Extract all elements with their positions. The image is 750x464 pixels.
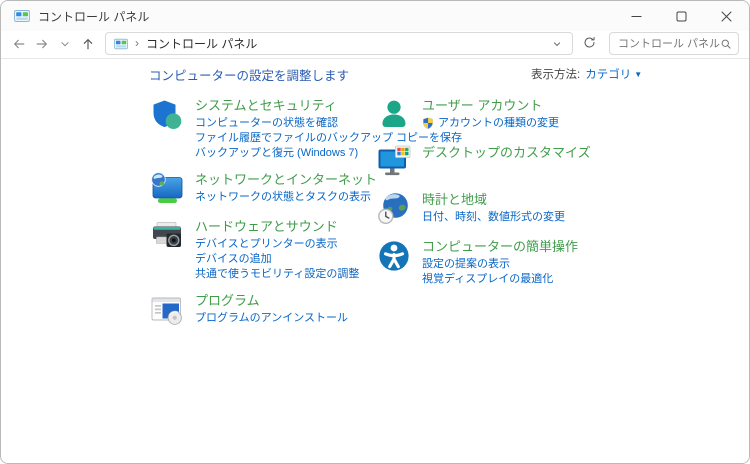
minimize-icon <box>631 11 642 22</box>
category-text-appearance-personalization: デスクトップのカスタマイズ <box>422 144 591 180</box>
chevron-down-icon <box>551 38 563 50</box>
category-link-label: ネットワークの状態とタスクの表示 <box>195 191 371 203</box>
category-link[interactable]: プログラムのアンインストール <box>195 311 348 325</box>
category-text-ease-of-access: コンピューターの簡単操作設定の提案の表示視覚ディスプレイの最適化 <box>422 238 578 286</box>
category-link-label: 共通で使うモビリティ設定の調整 <box>195 268 360 280</box>
network-internet-icon[interactable] <box>149 171 185 207</box>
desktop-customization-icon[interactable] <box>376 144 412 180</box>
window-controls <box>614 1 749 31</box>
view-by: 表示方法: カテゴリ ▼ <box>531 66 642 82</box>
view-by-label: 表示方法: <box>531 69 581 81</box>
category-link-label: 視覚ディスプレイの最適化 <box>422 273 554 285</box>
category-title-user-accounts[interactable]: ユーザー アカウント <box>422 98 559 114</box>
category-link[interactable]: 共通で使うモビリティ設定の調整 <box>195 267 359 281</box>
view-by-dropdown[interactable]: カテゴリ ▼ <box>585 66 642 82</box>
category-user-accounts: ユーザー アカウントアカウントの種類の変更 <box>376 97 666 133</box>
category-text-user-accounts: ユーザー アカウントアカウントの種類の変更 <box>422 97 559 133</box>
search-input[interactable] <box>618 37 720 50</box>
category-clock-region: 時計と地域日付、時刻、数値形式の変更 <box>376 191 666 227</box>
category-title-ease-of-access[interactable]: コンピューターの簡単操作 <box>422 239 578 255</box>
forward-button[interactable] <box>30 32 53 55</box>
category-programs: プログラムプログラムのアンインストール <box>149 292 439 328</box>
programs-icon[interactable] <box>149 292 185 328</box>
maximize-button[interactable] <box>659 1 704 31</box>
category-link[interactable]: アカウントの種類の変更 <box>422 116 559 130</box>
ease-of-access-icon[interactable] <box>376 238 412 274</box>
maximize-icon <box>676 11 687 22</box>
window-title: コントロール パネル <box>38 9 150 24</box>
category-link-label: アカウントの種類の変更 <box>438 117 559 129</box>
category-link[interactable]: ネットワークの状態とタスクの表示 <box>195 190 377 204</box>
back-icon <box>12 37 26 51</box>
minimize-button[interactable] <box>614 1 659 31</box>
search-icon <box>720 38 732 50</box>
uac-shield-icon <box>422 117 434 129</box>
back-button[interactable] <box>7 32 30 55</box>
refresh-button[interactable] <box>577 32 601 55</box>
forward-icon <box>35 37 49 51</box>
category-title-hardware-sound[interactable]: ハードウェアとサウンド <box>195 219 359 235</box>
category-title-appearance-personalization[interactable]: デスクトップのカスタマイズ <box>422 145 591 161</box>
category-link[interactable]: デバイスの追加 <box>195 252 359 266</box>
category-ease-of-access: コンピューターの簡単操作設定の提案の表示視覚ディスプレイの最適化 <box>376 238 666 286</box>
category-appearance-personalization: デスクトップのカスタマイズ <box>376 144 666 180</box>
category-link-label: 日付、時刻、数値形式の変更 <box>422 211 565 223</box>
category-text-hardware-sound: ハードウェアとサウンドデバイスとプリンターの表示 デバイスの追加共通で使うモビリテ… <box>195 218 359 281</box>
control-panel-window: コントロール パネル › コントロール パネル コンピューターの設定を調整します <box>0 0 750 464</box>
control-panel-icon <box>114 37 128 51</box>
category-title-programs[interactable]: プログラム <box>195 293 348 309</box>
category-link-label: デバイスとプリンターの表示 <box>195 238 338 250</box>
refresh-icon <box>583 36 596 52</box>
category-link-label: プログラムのアンインストール <box>195 312 349 324</box>
clock-region-icon[interactable] <box>376 191 412 227</box>
user-accounts-icon[interactable] <box>376 97 412 133</box>
address-dropdown-button[interactable] <box>546 34 568 54</box>
up-icon <box>81 37 95 51</box>
category-link-label: バックアップと復元 (Windows 7) <box>195 147 359 159</box>
category-column-right: ユーザー アカウントアカウントの種類の変更デスクトップのカスタマイズ 時計と地域日… <box>376 97 666 297</box>
category-link[interactable]: デバイスとプリンターの表示 <box>195 237 359 251</box>
category-text-clock-region: 時計と地域日付、時刻、数値形式の変更 <box>422 191 565 227</box>
category-link[interactable]: 設定の提案の表示 <box>422 257 578 271</box>
category-link[interactable]: 日付、時刻、数値形式の変更 <box>422 210 565 224</box>
category-link-label: コンピューターの状態を確認 <box>195 117 338 129</box>
category-text-network-internet: ネットワークとインターネットネットワークの状態とタスクの表示 <box>195 171 377 207</box>
hardware-sound-icon[interactable] <box>149 218 185 254</box>
address-bar[interactable]: › コントロール パネル <box>105 32 573 55</box>
breadcrumb-chevron: › <box>135 35 139 50</box>
content-area: コンピューターの設定を調整します 表示方法: カテゴリ ▼ システムとセキュリティ… <box>1 59 749 463</box>
category-title-clock-region[interactable]: 時計と地域 <box>422 192 565 208</box>
breadcrumb-control-panel[interactable]: コントロール パネル <box>146 35 257 52</box>
recent-locations-button[interactable] <box>53 32 76 55</box>
search-box <box>609 32 739 55</box>
category-title-network-internet[interactable]: ネットワークとインターネット <box>195 172 377 188</box>
category-link-label: デバイスの追加 <box>195 253 272 265</box>
toolbar: › コントロール パネル <box>1 31 749 59</box>
close-button[interactable] <box>704 1 749 31</box>
system-security-icon[interactable] <box>149 97 185 133</box>
titlebar: コントロール パネル <box>1 1 749 31</box>
close-icon <box>721 11 732 22</box>
page-title: コンピューターの設定を調整します <box>149 69 350 83</box>
category-link[interactable]: 視覚ディスプレイの最適化 <box>422 272 578 286</box>
chevron-down-icon <box>58 37 72 51</box>
up-button[interactable] <box>76 32 99 55</box>
category-text-programs: プログラムプログラムのアンインストール <box>195 292 348 328</box>
category-link-label: 設定の提案の表示 <box>422 258 510 270</box>
control-panel-icon <box>14 8 30 24</box>
caret-down-icon: ▼ <box>634 69 643 79</box>
